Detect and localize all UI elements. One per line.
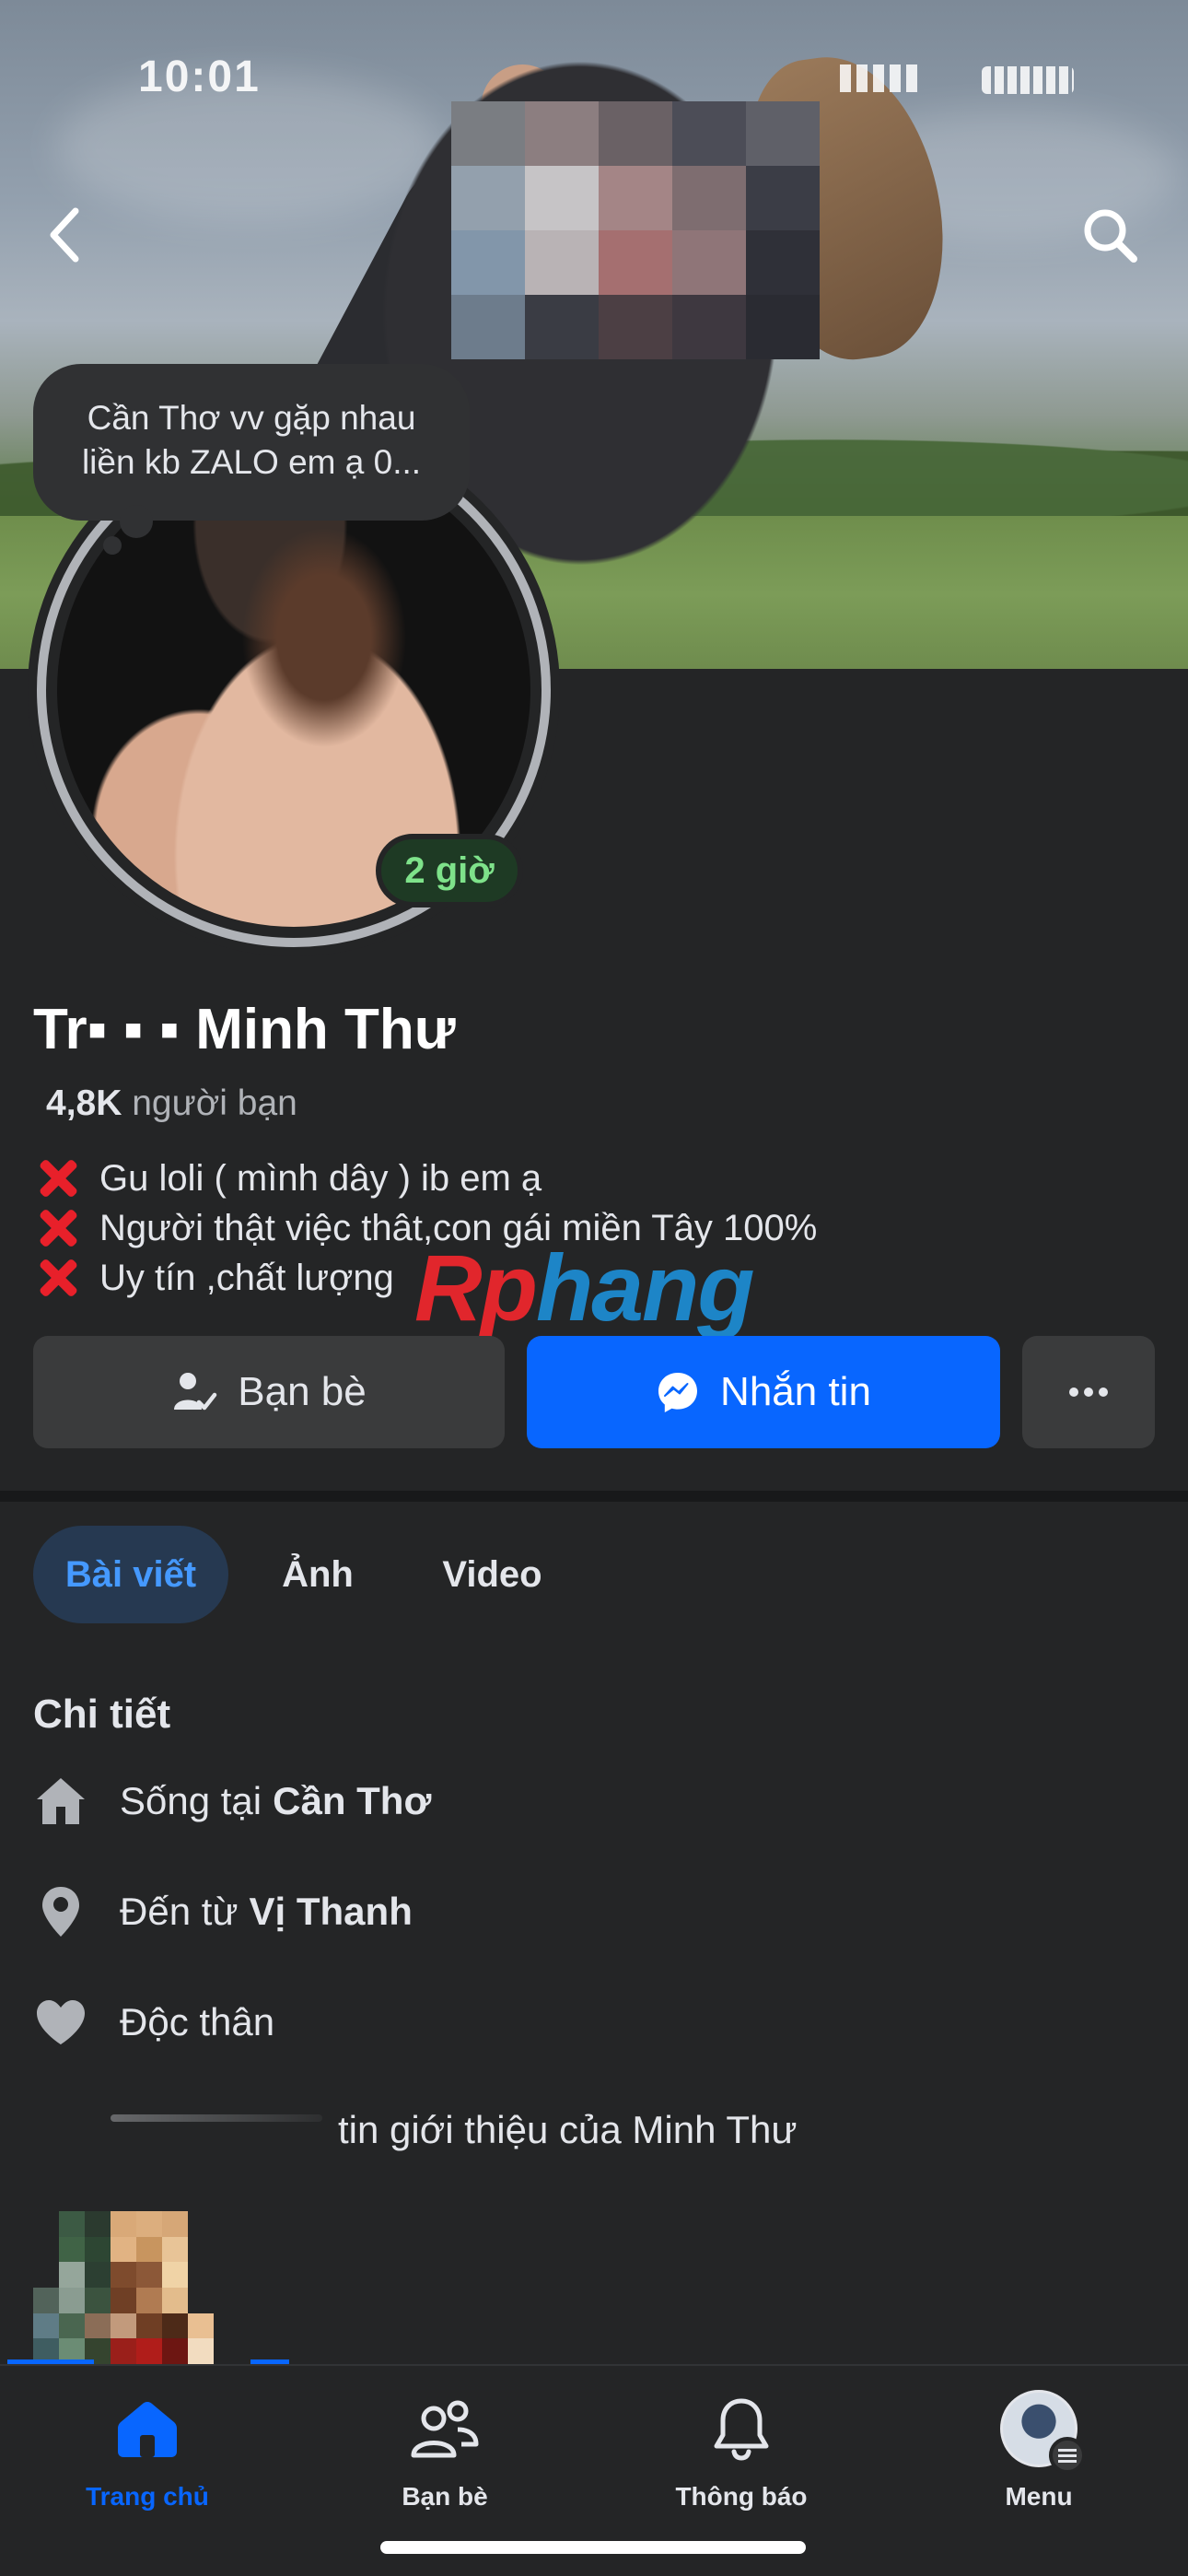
friend-check-icon: [174, 1373, 217, 1411]
message-button[interactable]: Nhắn tin: [527, 1336, 1000, 1448]
friends-count[interactable]: 4,8K người bạn: [46, 1083, 297, 1124]
cross-mark-icon: [33, 1153, 83, 1203]
nav-notifications-label: Thông báo: [675, 2482, 808, 2511]
tab-photos[interactable]: Ảnh: [272, 1526, 364, 1623]
search-icon: [1084, 209, 1137, 263]
tab-videos[interactable]: Video: [425, 1526, 559, 1623]
from-prefix: Đến từ: [120, 1890, 239, 1933]
bell-icon: [714, 2398, 769, 2461]
status-bar: 1⁣0:01: [0, 52, 1188, 107]
bio-line-1: Gu loli ( mình dây ) ib em ạ: [99, 1158, 542, 1199]
nav-friends[interactable]: Bạn bè: [344, 2384, 546, 2523]
friends-count-value: 4,8K: [46, 1083, 122, 1123]
menu-lines-icon: [1058, 2449, 1077, 2463]
friends-icon: [411, 2400, 479, 2458]
detail-relationship: Độc thân: [33, 1995, 274, 2050]
nav-friends-label: Bạn bè: [402, 2482, 488, 2511]
battery-icon: [982, 66, 1074, 94]
location-pin-icon: [42, 1887, 79, 1937]
detail-from: Đến từ Vị Thanh: [33, 1884, 413, 1939]
more-dots-icon: [1069, 1388, 1108, 1397]
see-about-faded-text: [111, 2114, 322, 2122]
from-value[interactable]: Vị Thanh: [250, 1890, 413, 1934]
bio-line-3: Uy tín ,chất lượng: [99, 1258, 394, 1298]
friends-count-label: người bạn: [132, 1083, 297, 1123]
search-button[interactable]: [1073, 198, 1147, 272]
more-options-button[interactable]: [1022, 1336, 1155, 1448]
section-divider: [0, 1491, 1188, 1502]
friends-button-label: Bạn bè: [238, 1369, 367, 1414]
friends-button[interactable]: Bạn bè: [33, 1336, 505, 1448]
profile-note[interactable]: Cần Thơ vv gặp nhau liền kb ZALO em ạ 0.…: [33, 364, 470, 521]
nav-menu-label: Menu: [1005, 2482, 1073, 2511]
status-time: 1⁣0:01: [138, 53, 261, 101]
relationship-status: Độc thân: [120, 2000, 275, 2043]
messenger-icon: [658, 1373, 698, 1412]
home-icon: [37, 1778, 85, 1824]
details-heading: Chi tiết: [33, 1692, 171, 1737]
nav-home[interactable]: Trang chủ: [46, 2384, 249, 2523]
detail-lives-in: Sống tại Cần Thơ: [33, 1774, 431, 1829]
story-time-badge: 2 giờ: [376, 834, 523, 907]
nav-home-label: Trang chủ: [86, 2482, 209, 2511]
tab-posts[interactable]: Bài viết: [33, 1526, 228, 1623]
lives-in-value[interactable]: Cần Thơ: [273, 1779, 431, 1823]
blurred-face: [451, 101, 820, 359]
cross-mark-icon: [33, 1203, 83, 1253]
lives-in-prefix: Sống tại: [120, 1779, 262, 1822]
signal-icon: [840, 64, 917, 92]
note-line-2: liền kb ZALO em ạ 0...: [81, 443, 422, 481]
heart-icon: [37, 2000, 85, 2044]
chevron-left-icon: [50, 207, 79, 263]
home-icon: [118, 2402, 177, 2457]
profile-name: Tr▪ ▪ ▪ Minh Thư: [33, 998, 456, 1061]
nav-notifications[interactable]: Thông báo: [640, 2384, 843, 2523]
message-button-label: Nhắn tin: [720, 1369, 871, 1414]
nav-menu[interactable]: Menu: [938, 2384, 1140, 2523]
menu-avatar: [1000, 2390, 1086, 2474]
cross-mark-icon: [33, 1253, 83, 1303]
note-line-1: Cần Thơ vv gặp nhau: [87, 399, 416, 437]
site-watermark: Rphang: [414, 1235, 755, 1341]
pixelated-thumbnail[interactable]: [33, 2211, 239, 2364]
home-indicator[interactable]: [380, 2541, 806, 2554]
back-button[interactable]: [28, 198, 101, 272]
see-about-info-link[interactable]: tin giới thiệu của Minh Thư: [338, 2108, 797, 2152]
